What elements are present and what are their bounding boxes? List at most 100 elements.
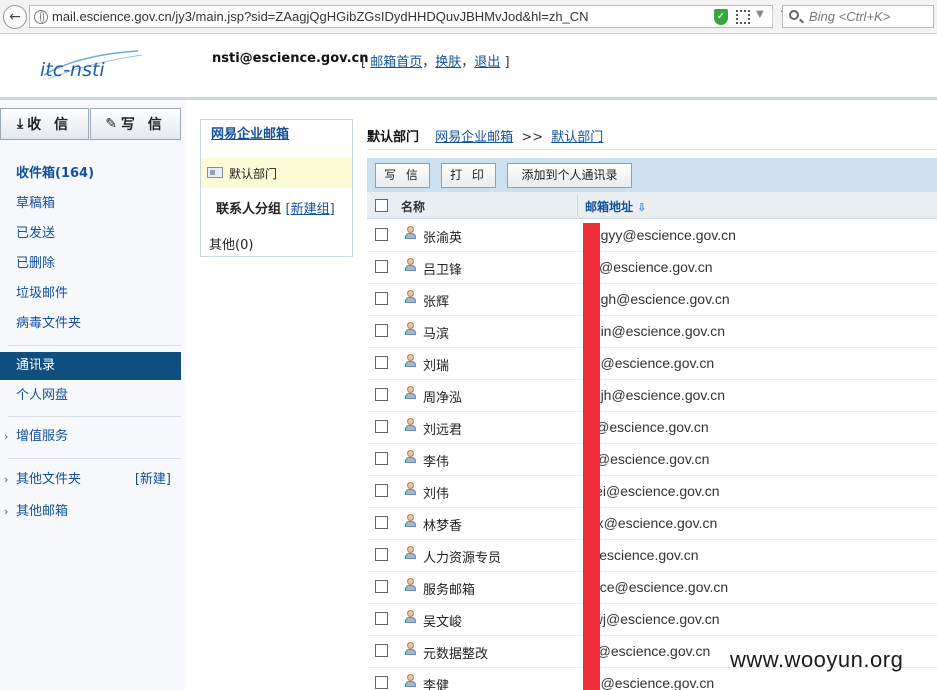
table-row[interactable]: 刘远君 yj@escience.gov.cn <box>367 412 937 444</box>
select-all-checkbox[interactable] <box>375 199 388 212</box>
table-row[interactable]: 刘瑞 rui@escience.gov.cn <box>367 348 937 380</box>
table-row[interactable]: 林梦香 mx@escience.gov.cn <box>367 508 937 540</box>
contact-name[interactable]: 李健 <box>423 675 449 690</box>
row-checkbox[interactable] <box>375 580 388 593</box>
group-other[interactable]: 其他(0) <box>209 234 253 253</box>
column-email[interactable]: 邮箱地址 ⇩ <box>585 198 646 215</box>
row-checkbox[interactable] <box>375 612 388 625</box>
shield-icon[interactable]: ✓ <box>714 9 728 25</box>
search-input[interactable]: Bing <Ctrl+K> <box>782 5 934 28</box>
nav-virus[interactable]: 病毒文件夹 <box>0 310 181 338</box>
table-row[interactable]: 马滨 abin@escience.gov.cn <box>367 316 937 348</box>
contact-email[interactable]: rvice@escience.gov.cn <box>585 579 728 595</box>
contact-name[interactable]: 周净泓 <box>423 387 462 406</box>
nav-deleted[interactable]: 已删除 <box>0 250 181 278</box>
nav-other-mailbox[interactable]: › 其他邮箱 <box>0 498 181 526</box>
breadcrumb-leaf-link[interactable]: 默认部门 <box>551 130 603 145</box>
contact-name[interactable]: 刘远君 <box>423 419 462 438</box>
row-checkbox[interactable] <box>375 292 388 305</box>
logo-text: itc-nsti <box>40 59 105 81</box>
row-checkbox[interactable] <box>375 388 388 401</box>
column-name[interactable]: 名称 <box>401 198 425 215</box>
contact-name[interactable]: 马滨 <box>423 323 449 342</box>
chevron-down-icon[interactable]: ▼ <box>756 9 764 20</box>
contact-email[interactable]: @escience.gov.cn <box>585 547 699 563</box>
nav-value-added[interactable]: › 增值服务 <box>0 423 181 451</box>
new-folder-link[interactable]: [新建] <box>135 466 171 494</box>
contact-name[interactable]: 吕卫锋 <box>423 259 462 278</box>
logo: itc-nsti <box>40 50 143 81</box>
qr-icon[interactable] <box>736 10 750 24</box>
table-row[interactable]: 吴文峻 uwj@escience.gov.cn <box>367 604 937 636</box>
row-checkbox[interactable] <box>375 452 388 465</box>
contact-email[interactable]: yj@escience.gov.cn <box>585 419 709 435</box>
contact-name[interactable]: 林梦香 <box>423 515 462 534</box>
download-icon: ⤓ <box>16 116 24 132</box>
row-checkbox[interactable] <box>375 356 388 369</box>
person-icon <box>405 450 416 464</box>
contact-email[interactable]: angyy@escience.gov.cn <box>585 227 736 243</box>
nav-sent[interactable]: 已发送 <box>0 220 181 248</box>
contact-email[interactable]: wf@escience.gov.cn <box>585 259 713 275</box>
table-row[interactable]: 服务邮箱 rvice@escience.gov.cn <box>367 572 937 604</box>
receive-button[interactable]: ⤓ 收 信 <box>0 108 89 140</box>
table-row[interactable]: 人力资源专员 @escience.gov.cn <box>367 540 937 572</box>
print-button[interactable]: 打 印 <box>441 163 496 188</box>
contact-name[interactable]: 服务邮箱 <box>423 579 475 598</box>
logout-link[interactable]: 退出 <box>474 55 500 70</box>
breadcrumb-root-link[interactable]: 网易企业邮箱 <box>435 130 513 145</box>
home-link[interactable]: 邮箱首页 <box>370 55 422 70</box>
contact-email[interactable]: abin@escience.gov.cn <box>585 323 725 339</box>
nav-drafts[interactable]: 草稿箱 <box>0 190 181 218</box>
nav-spam[interactable]: 垃圾邮件 <box>0 280 181 308</box>
search-icon <box>789 10 799 20</box>
new-group-link[interactable]: [新建组] <box>286 202 335 217</box>
new-group-label: 新建组 <box>290 202 330 217</box>
contact-name[interactable]: 张辉 <box>423 291 449 310</box>
write-mail-button[interactable]: 写 信 <box>375 163 430 188</box>
skin-link[interactable]: 换肤 <box>435 55 461 70</box>
contact-name[interactable]: 人力资源专员 <box>423 547 501 566</box>
contact-name[interactable]: 元数据整改 <box>423 643 488 662</box>
row-checkbox[interactable] <box>375 516 388 529</box>
address-bar[interactable]: mail.escience.gov.cn/jy3/main.jsp?sid=ZA… <box>29 5 793 28</box>
table-row[interactable]: 周净泓 oujh@escience.gov.cn <box>367 380 937 412</box>
contact-name[interactable]: 李伟 <box>423 451 449 470</box>
org-title[interactable]: 网易企业邮箱 <box>201 120 352 150</box>
table-row[interactable]: 张辉 angh@escience.gov.cn <box>367 284 937 316</box>
table-row[interactable]: 刘伟 wei@escience.gov.cn <box>367 476 937 508</box>
contact-email[interactable]: angh@escience.gov.cn <box>585 291 730 307</box>
table-row[interactable]: 李伟 ei@escience.gov.cn <box>367 444 937 476</box>
table-row[interactable]: 张渝英 angyy@escience.gov.cn <box>367 220 937 252</box>
nav-contacts[interactable]: 通讯录 <box>0 352 181 380</box>
nav-inbox[interactable]: 收件箱(164) <box>0 160 181 188</box>
contact-email[interactable]: rui@escience.gov.cn <box>585 355 714 371</box>
contact-email[interactable]: wei@escience.gov.cn <box>585 483 720 499</box>
contact-email[interactable]: oujh@escience.gov.cn <box>585 387 725 403</box>
contact-email[interactable]: an@escience.gov.cn <box>585 675 714 690</box>
row-checkbox[interactable] <box>375 420 388 433</box>
contact-name[interactable]: 吴文峻 <box>423 611 462 630</box>
contact-email[interactable]: ta@escience.gov.cn <box>585 643 710 659</box>
contact-name[interactable]: 张渝英 <box>423 227 462 246</box>
row-checkbox[interactable] <box>375 484 388 497</box>
row-checkbox[interactable] <box>375 228 388 241</box>
dept-item[interactable]: 默认部门 <box>201 158 352 188</box>
contact-email[interactable]: uwj@escience.gov.cn <box>585 611 720 627</box>
table-row[interactable]: 吕卫锋 wf@escience.gov.cn <box>367 252 937 284</box>
person-icon <box>405 354 416 368</box>
row-checkbox[interactable] <box>375 260 388 273</box>
row-checkbox[interactable] <box>375 676 388 689</box>
write-button[interactable]: ✎ 写 信 <box>90 108 181 140</box>
back-icon[interactable]: ← <box>3 5 27 29</box>
add-to-personal-button[interactable]: 添加到个人通讯录 <box>507 163 632 188</box>
contact-email[interactable]: mx@escience.gov.cn <box>585 515 717 531</box>
row-checkbox[interactable] <box>375 548 388 561</box>
contact-name[interactable]: 刘瑞 <box>423 355 449 374</box>
row-checkbox[interactable] <box>375 324 388 337</box>
contact-email[interactable]: ei@escience.gov.cn <box>585 451 709 467</box>
nav-netdisk[interactable]: 个人网盘 <box>0 382 181 410</box>
row-checkbox[interactable] <box>375 644 388 657</box>
contact-name[interactable]: 刘伟 <box>423 483 449 502</box>
nav-other-folders[interactable]: › 其他文件夹 [新建] <box>0 466 181 494</box>
